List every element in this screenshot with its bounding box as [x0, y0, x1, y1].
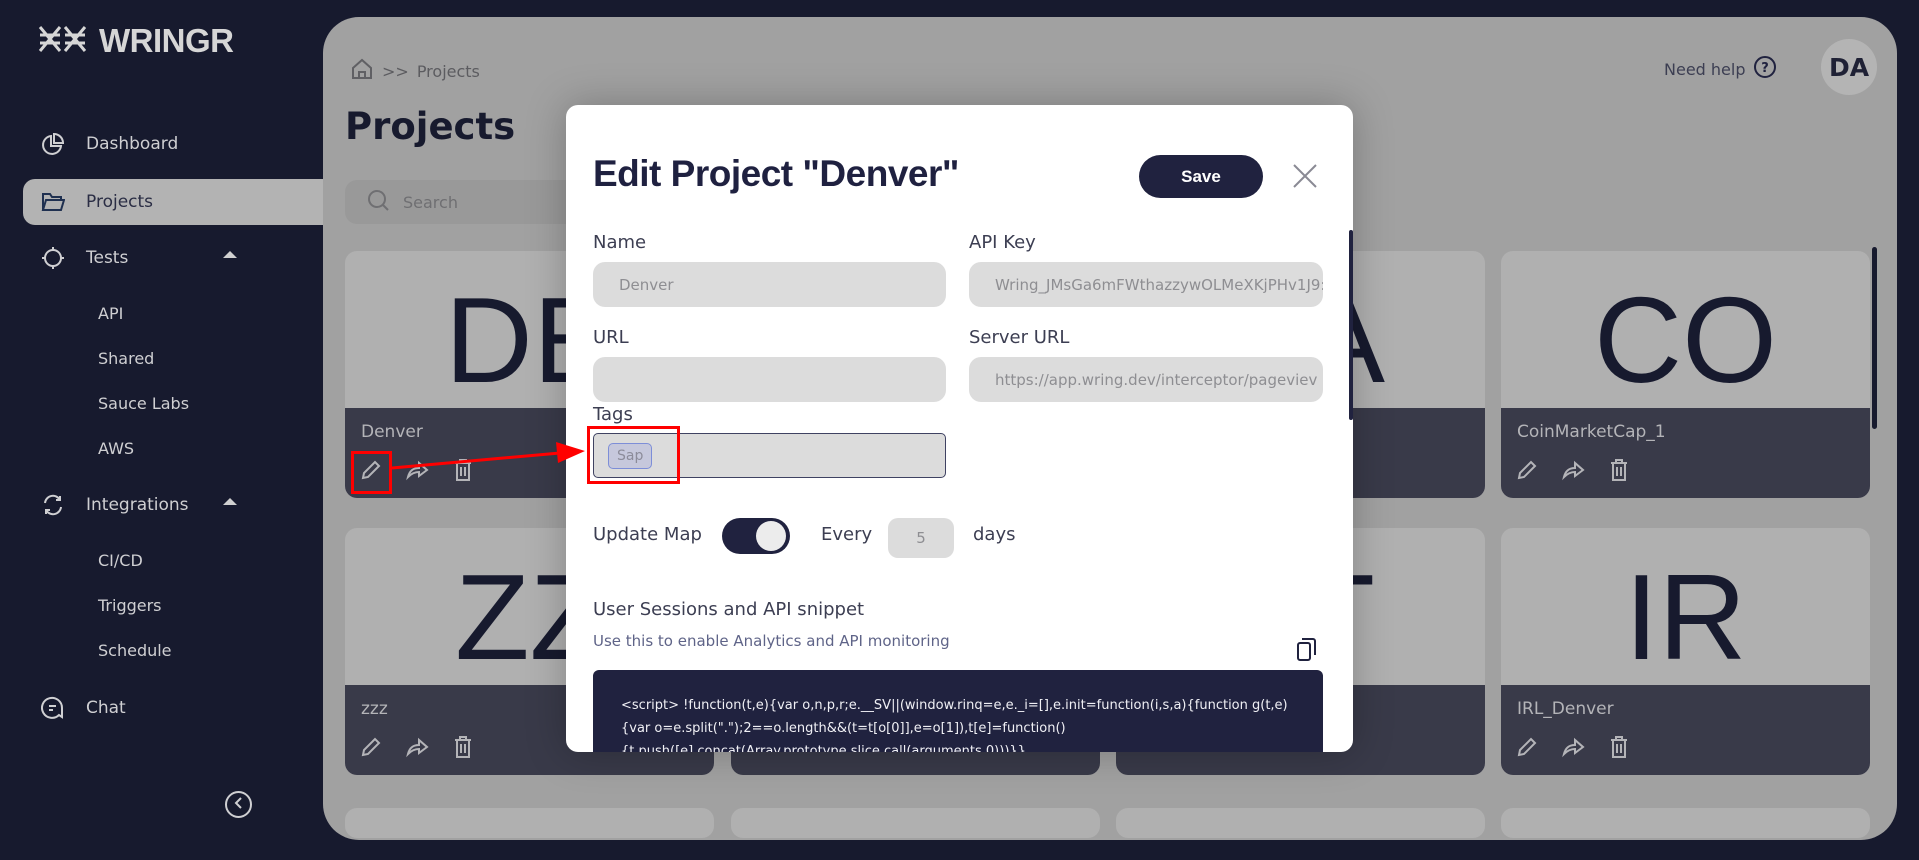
sidebar-item-label: Integrations — [86, 495, 189, 515]
server-url-field[interactable]: https://app.wring.dev/interceptor/pagevi… — [969, 357, 1323, 402]
avatar[interactable]: DA — [1821, 39, 1877, 95]
sidebar-item-label: Tests — [86, 248, 129, 268]
code-line: <script> !function(t,e){var o,n,p,r;e.__… — [621, 698, 1288, 713]
toggle-knob — [756, 521, 786, 551]
caret-up-icon[interactable] — [223, 251, 237, 258]
card-footer: IRL_Denver — [1501, 685, 1870, 775]
edit-pencil-icon[interactable] — [1515, 735, 1539, 759]
sidebar-item-dashboard[interactable]: Dashboard — [23, 121, 323, 167]
project-card[interactable] — [1501, 808, 1870, 838]
logo-text: WRINGR — [99, 22, 234, 59]
help-link[interactable]: Need help ? — [1664, 55, 1777, 83]
question-circle-icon: ? — [1753, 55, 1777, 83]
project-card[interactable] — [1116, 808, 1485, 838]
sidebar-item-tests[interactable]: Tests — [23, 235, 323, 281]
trash-icon[interactable] — [1607, 735, 1631, 759]
api-key-label: API Key — [969, 232, 1036, 253]
sidebar-item-label: Chat — [86, 698, 126, 718]
share-icon[interactable] — [405, 735, 429, 759]
search-placeholder: Search — [403, 192, 458, 212]
edit-pencil-icon[interactable] — [359, 735, 383, 759]
name-label: Name — [593, 232, 647, 253]
every-label: Every — [821, 524, 873, 545]
breadcrumb-current: Projects — [416, 61, 480, 81]
sidebar-subitem-sauce-labs[interactable]: Sauce Labs — [98, 394, 189, 413]
sidebar-item-integrations[interactable]: Integrations — [23, 482, 323, 528]
breadcrumb: >> Projects — [350, 57, 480, 85]
project-name: zzz — [361, 699, 388, 719]
share-icon[interactable] — [1561, 735, 1585, 759]
code-snippet[interactable]: <script> !function(t,e){var o,n,p,r;e.__… — [593, 670, 1323, 752]
sidebar-subitem-api[interactable]: API — [98, 304, 123, 323]
project-card[interactable] — [731, 808, 1100, 838]
url-field[interactable] — [593, 357, 946, 402]
breadcrumb-separator: >> — [382, 61, 409, 81]
annotation-highlight-edit — [351, 451, 392, 494]
refresh-icon — [40, 492, 66, 518]
sidebar-item-chat[interactable]: Chat — [23, 685, 323, 731]
sidebar-subitem-schedule[interactable]: Schedule — [98, 641, 172, 660]
logo[interactable]: WRINGR — [37, 22, 234, 60]
annotation-highlight-tag — [587, 426, 680, 484]
search-icon — [367, 189, 389, 215]
app-root: WRINGR Dashboard Projects Tests API Shar… — [0, 0, 1919, 860]
folder-icon — [40, 189, 66, 215]
code-line: {var o=e.split(".");2==o.length&&(t=t[o[… — [621, 721, 1066, 736]
sidebar-subitem-triggers[interactable]: Triggers — [98, 596, 162, 615]
server-url-label: Server URL — [969, 327, 1070, 348]
days-label: days — [973, 524, 1016, 545]
card-footer: CoinMarketCap_1 — [1501, 408, 1870, 498]
save-button[interactable]: Save — [1139, 155, 1263, 198]
code-line: {t.push([e].concat(Array.prototype.slice… — [621, 744, 1026, 752]
sidebar-item-label: Dashboard — [86, 134, 179, 154]
sidebar-subitem-shared[interactable]: Shared — [98, 349, 154, 368]
pie-chart-icon — [40, 131, 66, 157]
sidebar-subitem-aws[interactable]: AWS — [98, 439, 134, 458]
project-initials: IR — [1624, 548, 1747, 685]
project-initials: CO — [1594, 271, 1777, 408]
wringr-logo-icon — [37, 23, 89, 59]
snippet-title: User Sessions and API snippet — [593, 599, 865, 620]
tags-label: Tags — [593, 404, 633, 425]
help-label: Need help — [1664, 59, 1746, 79]
project-card[interactable]: CO CoinMarketCap_1 — [1501, 251, 1870, 498]
trash-icon[interactable] — [451, 735, 475, 759]
trash-icon[interactable] — [451, 458, 475, 482]
chat-icon — [40, 695, 66, 721]
share-icon[interactable] — [405, 458, 429, 482]
url-label: URL — [593, 327, 629, 348]
project-name: Denver — [361, 422, 423, 442]
project-card[interactable]: IR IRL_Denver — [1501, 528, 1870, 775]
edit-pencil-icon[interactable] — [1515, 458, 1539, 482]
name-field[interactable]: Denver — [593, 262, 946, 307]
modal-scrollbar[interactable] — [1349, 230, 1353, 420]
project-name: IRL_Denver — [1517, 699, 1614, 719]
modal-title: Edit Project "Denver" — [593, 153, 959, 194]
edit-project-modal: Edit Project "Denver" Save Name Denver A… — [566, 105, 1353, 752]
home-icon[interactable] — [350, 57, 374, 85]
chevron-left-icon — [233, 795, 245, 814]
trash-icon[interactable] — [1607, 458, 1631, 482]
update-map-label: Update Map — [593, 524, 702, 545]
api-key-field[interactable]: Wring_JMsGa6mFWthazzywOLMeXKjPHv1J9: — [969, 262, 1323, 307]
sidebar: WRINGR Dashboard Projects Tests API Shar… — [0, 0, 323, 860]
caret-up-icon[interactable] — [223, 498, 237, 505]
svg-text:?: ? — [1762, 61, 1770, 76]
sidebar-subitem-cicd[interactable]: CI/CD — [98, 551, 143, 570]
crosshair-icon — [40, 245, 66, 271]
page-scrollbar[interactable] — [1872, 247, 1877, 429]
days-input[interactable]: 5 — [888, 518, 954, 558]
update-map-toggle[interactable] — [722, 518, 790, 554]
project-card[interactable] — [345, 808, 714, 838]
close-icon[interactable] — [1291, 162, 1319, 190]
snippet-subtitle: Use this to enable Analytics and API mon… — [593, 632, 950, 650]
project-name: CoinMarketCap_1 — [1517, 422, 1666, 442]
sidebar-item-label: Projects — [86, 192, 154, 212]
copy-icon[interactable] — [1295, 636, 1319, 664]
collapse-sidebar-button[interactable] — [225, 791, 252, 818]
page-title: Projects — [345, 105, 516, 148]
sidebar-item-projects[interactable]: Projects — [23, 179, 323, 225]
share-icon[interactable] — [1561, 458, 1585, 482]
